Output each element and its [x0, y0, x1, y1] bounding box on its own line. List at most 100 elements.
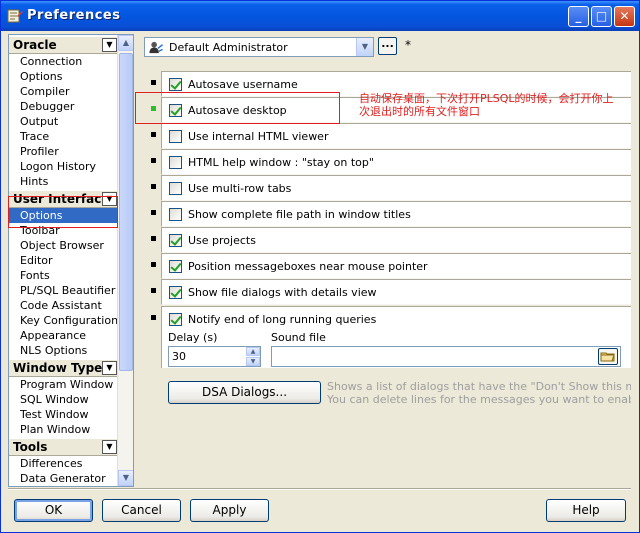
- footer-separator: [8, 488, 631, 490]
- help-button[interactable]: Help: [546, 499, 626, 522]
- option-box: Use projects: [161, 227, 631, 253]
- browse-folder-button[interactable]: [598, 348, 618, 365]
- chevron-down-icon[interactable]: ▼: [102, 361, 117, 375]
- scroll-thumb[interactable]: [119, 53, 133, 371]
- bullet-icon: [151, 210, 156, 215]
- option-label: Notify end of long running queries: [188, 313, 377, 326]
- nav-item-plan-window[interactable]: Plan Window: [9, 422, 119, 437]
- nav-item-hints[interactable]: Hints: [9, 174, 119, 189]
- html-help-stay-on-top-checkbox[interactable]: [169, 156, 182, 169]
- nav-item-output[interactable]: Output: [9, 114, 119, 129]
- dsa-description-line: You can delete lines for the messages yo…: [327, 393, 631, 406]
- multi-row-tabs-checkbox[interactable]: [169, 182, 182, 195]
- nav-item-appearance[interactable]: Appearance: [9, 328, 119, 343]
- option-label: Position messageboxes near mouse pointer: [188, 260, 428, 273]
- option-label: Use projects: [188, 234, 256, 247]
- ok-button[interactable]: OK: [14, 499, 93, 522]
- option-row: Use multi-row tabs: [144, 175, 631, 201]
- title-bar: Preferences _ □ ✕: [1, 1, 639, 31]
- nav-item-differences[interactable]: Differences: [9, 456, 119, 471]
- chevron-down-icon[interactable]: ▼: [102, 38, 117, 52]
- section-header-window-types[interactable]: Window Types ▼: [9, 359, 119, 377]
- nav-item-trace[interactable]: Trace: [9, 129, 119, 144]
- option-label: Autosave username: [188, 78, 298, 91]
- dsa-description-line: Shows a list of dialogs that have the "D…: [327, 380, 631, 393]
- option-label: Show file dialogs with details view: [188, 286, 377, 299]
- highlight-box-nav: [8, 196, 118, 228]
- option-row: Position messageboxes near mouse pointer: [144, 253, 631, 279]
- section-label: Oracle: [13, 38, 57, 52]
- bullet-icon: [151, 184, 156, 189]
- chevron-down-icon[interactable]: ▼: [102, 440, 117, 454]
- close-button[interactable]: ✕: [614, 6, 635, 27]
- user-set-browse-button[interactable]: ...: [378, 37, 397, 55]
- nav-item-key-configuration[interactable]: Key Configuration: [9, 313, 119, 328]
- nav-item-options[interactable]: Options: [9, 69, 119, 84]
- option-row: Use internal HTML viewer: [144, 123, 631, 149]
- scroll-down-icon[interactable]: ▼: [118, 470, 133, 486]
- option-label: Show complete file path in window titles: [188, 208, 411, 221]
- sound-file-input[interactable]: [271, 346, 621, 367]
- nav-item-editor[interactable]: Editor: [9, 253, 119, 268]
- nav-item-sql-window[interactable]: SQL Window: [9, 392, 119, 407]
- option-row: Show complete file path in window titles: [144, 201, 631, 227]
- maximize-button[interactable]: □: [591, 6, 612, 27]
- nav-item-debugger[interactable]: Debugger: [9, 99, 119, 114]
- autosave-username-checkbox[interactable]: [169, 78, 182, 91]
- section-header-tools[interactable]: Tools ▼: [9, 438, 119, 456]
- window-title: Preferences: [27, 8, 121, 23]
- bullet-icon: [151, 262, 156, 267]
- bullet-icon: [151, 80, 156, 85]
- dsa-dialogs-button[interactable]: DSA Dialogs...: [168, 381, 321, 404]
- nav-item-test-window[interactable]: Test Window: [9, 407, 119, 422]
- folder-icon: [600, 352, 615, 362]
- option-box: HTML help window : "stay on top": [161, 149, 631, 175]
- nav-item-connection[interactable]: Connection: [9, 54, 119, 69]
- delay-label: Delay (s): [168, 331, 218, 344]
- preferences-window: Preferences _ □ ✕ Oracle ▼ Connection Op…: [0, 0, 640, 533]
- section-label: Window Types: [13, 361, 110, 375]
- internal-html-viewer-checkbox[interactable]: [169, 130, 182, 143]
- delay-stepper[interactable]: 30 ▲ ▼: [168, 346, 261, 367]
- section-header-oracle[interactable]: Oracle ▼: [9, 36, 119, 54]
- cancel-button[interactable]: Cancel: [102, 499, 181, 522]
- preferences-app-icon: [7, 9, 23, 23]
- apply-button[interactable]: Apply: [190, 499, 269, 522]
- bullet-icon: [151, 132, 156, 137]
- option-box: Show complete file path in window titles: [161, 201, 631, 227]
- chevron-down-icon[interactable]: ▼: [356, 38, 373, 56]
- bullet-icon: [151, 158, 156, 163]
- nav-item-nls-options[interactable]: NLS Options: [9, 343, 119, 358]
- nav-item-program-window[interactable]: Program Window: [9, 377, 119, 392]
- user-icon: [149, 41, 164, 54]
- nav-item-fonts[interactable]: Fonts: [9, 268, 119, 283]
- nav-item-plsql-beautifier[interactable]: PL/SQL Beautifier: [9, 283, 119, 298]
- annotation-note: 自动保存桌面，下次打开PLSQL的时候，会打开你上 次退出时的所有文件窗口: [359, 92, 614, 118]
- increment-icon[interactable]: ▲: [246, 347, 260, 356]
- messageboxes-near-pointer-checkbox[interactable]: [169, 260, 182, 273]
- nav-item-code-assistant[interactable]: Code Assistant: [9, 298, 119, 313]
- section-label: Tools: [13, 440, 48, 454]
- minimize-button[interactable]: _: [568, 6, 589, 27]
- dsa-description: Shows a list of dialogs that have the "D…: [327, 380, 631, 406]
- nav-item-logon-history[interactable]: Logon History: [9, 159, 119, 174]
- notify-long-queries-checkbox[interactable]: [169, 313, 182, 326]
- navigator-list: Oracle ▼ Connection Options Compiler Deb…: [9, 35, 119, 486]
- complete-file-path-checkbox[interactable]: [169, 208, 182, 221]
- option-label: Use internal HTML viewer: [188, 130, 329, 143]
- nav-item-profiler[interactable]: Profiler: [9, 144, 119, 159]
- user-set-select[interactable]: Default Administrator ▼: [144, 37, 374, 57]
- decrement-icon[interactable]: ▼: [246, 357, 260, 366]
- navigator-scrollbar[interactable]: ▲ ▼: [117, 35, 133, 486]
- nav-item-compiler[interactable]: Compiler: [9, 84, 119, 99]
- nav-item-data-generator[interactable]: Data Generator: [9, 471, 119, 486]
- preference-navigator: Oracle ▼ Connection Options Compiler Deb…: [8, 34, 134, 487]
- scroll-up-icon[interactable]: ▲: [118, 35, 133, 51]
- option-row: Show file dialogs with details view: [144, 279, 631, 305]
- use-projects-checkbox[interactable]: [169, 234, 182, 247]
- user-set-value: Default Administrator: [169, 41, 288, 54]
- bullet-icon: [151, 236, 156, 241]
- nav-item-object-browser[interactable]: Object Browser: [9, 238, 119, 253]
- modified-marker: *: [405, 38, 411, 52]
- file-dialog-details-checkbox[interactable]: [169, 286, 182, 299]
